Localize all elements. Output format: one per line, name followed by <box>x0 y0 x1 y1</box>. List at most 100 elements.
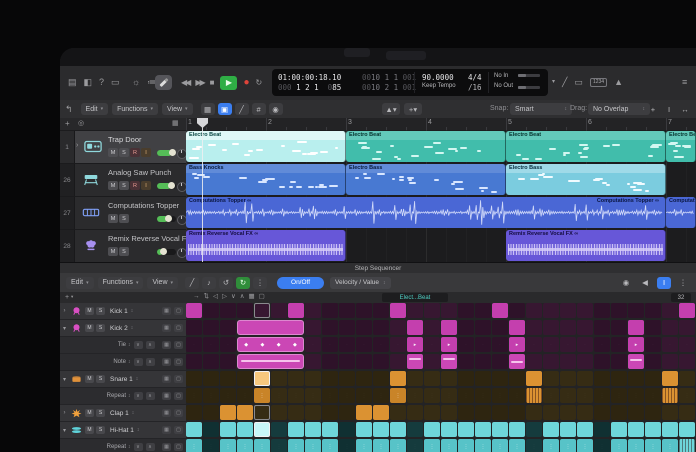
step-cell-hihat-1-repeat-6[interactable]: ⋮ <box>271 439 287 452</box>
step-cell-snare-1-repeat-12[interactable]: ⋮ <box>373 388 389 403</box>
disclosure-icon[interactable]: ▾ <box>60 325 69 332</box>
step-cell-snare-1-9[interactable] <box>322 371 338 386</box>
step-cell-snare-1-23[interactable] <box>560 371 576 386</box>
row-stepper-icon[interactable]: ↕ <box>128 393 131 399</box>
step-cell-snare-1-6[interactable] <box>271 371 287 386</box>
record-arm-button[interactable]: R <box>130 148 140 157</box>
step-cell-kick-2-tie-2[interactable]: · <box>203 337 219 352</box>
pencil-tool-icon[interactable]: ╱ <box>235 103 249 115</box>
step-cell-kick-1-30[interactable] <box>679 303 695 318</box>
step-cell-clap-1-16[interactable] <box>441 405 457 420</box>
region-remix-reverse-vocal-fx[interactable]: Remix Reverse Vocal FX ∞ <box>506 230 666 261</box>
step-cell-hihat-1-9[interactable] <box>322 422 338 437</box>
step-cell-kick-1-10[interactable] <box>339 303 355 318</box>
note-value-icon[interactable]: ♪ <box>202 277 216 289</box>
step-cell-snare-1-repeat-7[interactable]: ⋮ <box>288 388 304 403</box>
mute-button[interactable]: M <box>85 409 94 417</box>
step-cell-hihat-1-repeat-20[interactable]: ⋮ <box>509 439 525 452</box>
step-cell-kick-2-tie-14[interactable]: ▸ <box>407 337 423 352</box>
decrement-button[interactable]: ∨ <box>134 392 143 400</box>
step-cell-kick-2-tie-19[interactable]: · <box>492 337 508 352</box>
volume-slider[interactable] <box>157 249 176 255</box>
back-icon[interactable]: ↰ <box>65 105 73 114</box>
step-cell-kick-2-note-19[interactable] <box>492 354 508 369</box>
step-cell-kick-2-note-22[interactable] <box>543 354 559 369</box>
volume-slider[interactable] <box>157 216 176 222</box>
solo-button[interactable]: S <box>119 148 129 157</box>
marquee-tool-icon[interactable]: # <box>252 103 266 115</box>
step-cell-snare-1-11[interactable] <box>356 371 372 386</box>
step-cell-kick-2-9[interactable] <box>322 320 338 335</box>
step-cell-hihat-1-16[interactable] <box>441 422 457 437</box>
step-cell-kick-2-tie-15[interactable]: · <box>424 337 440 352</box>
step-cell-kick-1-22[interactable] <box>543 303 559 318</box>
step-cell-clap-1-23[interactable] <box>560 405 576 420</box>
onoff-button[interactable]: On/Off <box>277 277 324 289</box>
step-cell-snare-1-4[interactable] <box>237 371 253 386</box>
step-cell-clap-1-6[interactable] <box>271 405 287 420</box>
step-cell-kick-2-note-8[interactable] <box>305 354 321 369</box>
step-cell-hihat-1-27[interactable] <box>628 422 644 437</box>
row-stepper-icon[interactable]: ↕ <box>137 427 140 433</box>
step-cell-hihat-1-repeat-17[interactable]: ⋮ <box>458 439 474 452</box>
step-cell-hihat-1-repeat-23[interactable]: ⋮ <box>560 439 576 452</box>
step-cell-kick-1-9[interactable] <box>322 303 338 318</box>
region-electro-bass[interactable]: Electro Bass <box>506 164 666 195</box>
step-cell-kick-2-note-15[interactable] <box>424 354 440 369</box>
step-cell-kick-2-16[interactable] <box>441 320 457 335</box>
step-cell-clap-1-19[interactable] <box>492 405 508 420</box>
solo-button[interactable]: S <box>96 426 105 434</box>
step-cell-kick-1-8[interactable] <box>305 303 321 318</box>
step-cell-kick-2-19[interactable] <box>492 320 508 335</box>
decrement-button[interactable]: ∨ <box>134 358 143 366</box>
step-cell-hihat-1-repeat-26[interactable]: ⋮ <box>611 439 627 452</box>
track-header-trap-door[interactable]: 1›Trap DoorMSRI <box>60 131 186 164</box>
step-cell-snare-1-repeat-8[interactable]: ⋮ <box>305 388 321 403</box>
pointer-tool-button[interactable]: ▲▾ <box>382 103 400 115</box>
step-cell-snare-1-20[interactable] <box>509 371 525 386</box>
rotate-left-icon[interactable]: ↺ <box>219 277 233 289</box>
step-cell-kick-1-21[interactable] <box>526 303 542 318</box>
step-cell-hihat-1-14[interactable] <box>407 422 423 437</box>
step-cell-kick-2-tie-18[interactable]: · <box>475 337 491 352</box>
loop-end-icon[interactable]: ▷ <box>222 294 227 301</box>
region-electro-beat[interactable]: Electro Beat <box>666 131 696 162</box>
step-cell-kick-1-14[interactable] <box>407 303 423 318</box>
step-cell-snare-1-repeat-17[interactable]: ⋮ <box>458 388 474 403</box>
seq-row-hihat-1-repeat[interactable]: Repeat↕∨∧▦▢ <box>60 439 186 452</box>
track-zoom-icon[interactable]: ▦ <box>172 120 179 127</box>
step-cell-kick-2-23[interactable] <box>560 320 576 335</box>
step-cell-kick-2-note-30[interactable] <box>679 354 695 369</box>
cell-mode-icon[interactable]: ▢ <box>259 294 265 301</box>
step-cell-snare-1-repeat-3[interactable]: ⋮ <box>220 388 236 403</box>
step-cell-kick-2-tie-23[interactable]: · <box>560 337 576 352</box>
edit-mode-menu[interactable]: Velocity / Value↕ <box>330 277 390 289</box>
collapse-icon[interactable]: ∨ <box>231 294 236 301</box>
step-cell-snare-1-28[interactable] <box>645 371 661 386</box>
step-cell-kick-2-25[interactable] <box>594 320 610 335</box>
step-cell-clap-1-3[interactable] <box>220 405 236 420</box>
step-cell-kick-2-14[interactable] <box>407 320 423 335</box>
step-cell-kick-2-10[interactable] <box>339 320 355 335</box>
step-cell-hihat-1-28[interactable] <box>645 422 661 437</box>
seq-row-kick-2[interactable]: ▾MSKick 2↕▦▢ <box>60 320 186 337</box>
step-cell-snare-1-18[interactable] <box>475 371 491 386</box>
step-cell-clap-1-29[interactable] <box>662 405 678 420</box>
mute-button[interactable]: M <box>85 324 94 332</box>
step-cell-snare-1-repeat-18[interactable]: ⋮ <box>475 388 491 403</box>
duplicate-track-button[interactable]: ◎ <box>78 120 84 127</box>
step-cell-hihat-1-23[interactable] <box>560 422 576 437</box>
step-cell-hihat-1-repeat-18[interactable]: ⋮ <box>475 439 491 452</box>
step-cell-kick-1-16[interactable] <box>441 303 457 318</box>
seq-row-snare-1-repeat[interactable]: Repeat↕∨∧▦▢ <box>60 388 186 405</box>
step-cell-hihat-1-repeat-14[interactable]: ⋮ <box>407 439 423 452</box>
step-cell-snare-1-12[interactable] <box>373 371 389 386</box>
step-cell-hihat-1-30[interactable] <box>679 422 695 437</box>
step-cell-kick-2-note-12[interactable] <box>373 354 389 369</box>
row-grid-options-icon[interactable]: ▦ <box>162 426 171 434</box>
piano-roll-icon[interactable]: ▣ <box>218 103 232 115</box>
step-tied-bar-kick-2-note[interactable] <box>237 354 304 369</box>
step-cell-kick-2-12[interactable] <box>373 320 389 335</box>
step-cell-kick-2-tie-29[interactable]: · <box>662 337 678 352</box>
pattern-length-badge[interactable]: 32 <box>671 293 691 302</box>
